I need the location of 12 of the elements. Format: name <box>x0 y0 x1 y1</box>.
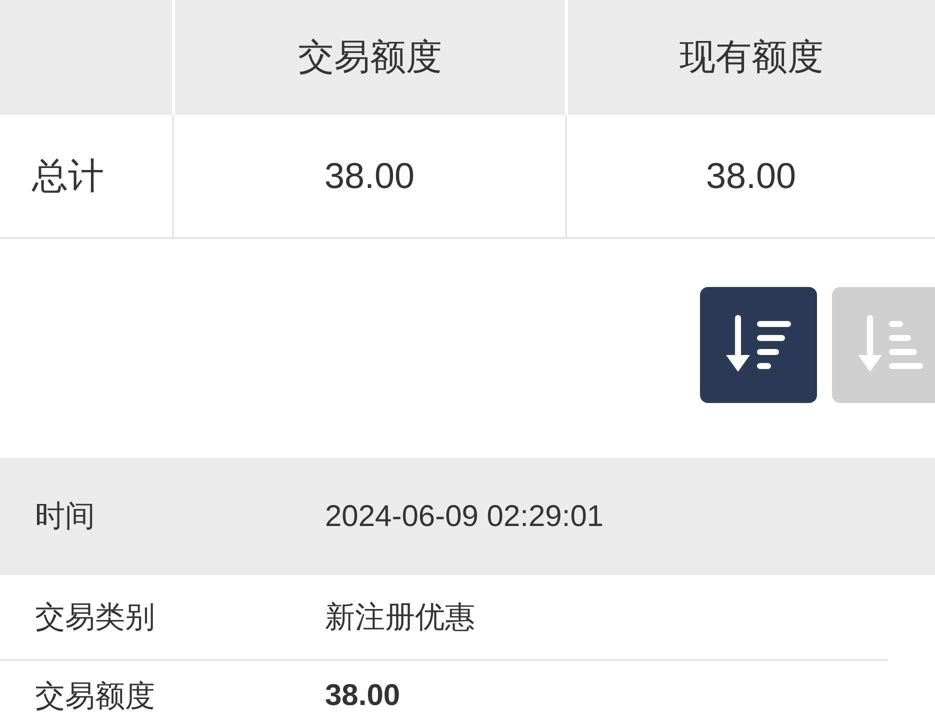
table-cell: 38.00 <box>172 115 565 237</box>
column-header: 现有额度 <box>565 0 935 115</box>
field-label: 时间 <box>34 499 96 535</box>
sort-button[interactable] <box>700 287 817 403</box>
field-value: 38.00 <box>325 679 400 713</box>
column-header: 交易额度 <box>172 0 565 115</box>
field-label: 交易额度 <box>34 678 156 714</box>
field-value: 新注册优惠 <box>325 600 475 636</box>
table-cell: 38.00 <box>565 115 935 237</box>
table-cell-text: 总计 <box>30 154 105 198</box>
field-value: 2024-06-09 02:29:01 <box>325 500 604 534</box>
field-label: 交易类别 <box>34 600 156 636</box>
